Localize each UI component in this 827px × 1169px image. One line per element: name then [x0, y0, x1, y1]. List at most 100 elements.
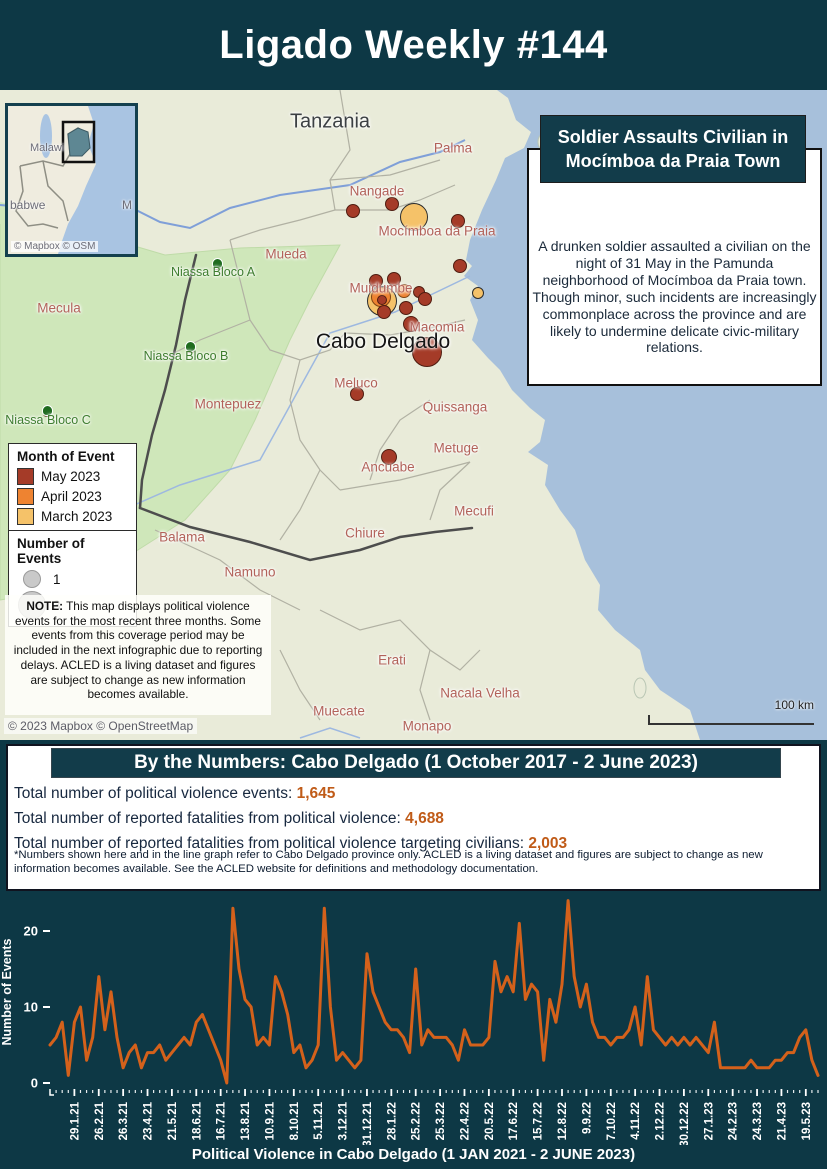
- legend-color-swatch: [17, 508, 34, 525]
- event-marker-march: [400, 203, 428, 231]
- x-tick-label: 24.3.23: [752, 1102, 764, 1140]
- legend-events-item: 1: [15, 570, 130, 588]
- x-tick-label: 13.8.21: [240, 1101, 252, 1140]
- x-tick-label: 21.5.21: [167, 1101, 179, 1140]
- map-scale-bar: 100 km: [648, 715, 814, 725]
- inset-label-mozambique: M: [122, 198, 132, 212]
- x-tick-label: 16.7.21: [216, 1101, 228, 1140]
- inset-label-malawi: Malawi: [30, 142, 64, 154]
- legend-color-swatch: [17, 488, 34, 505]
- stat-label: Total number of reported fatalities from…: [14, 810, 405, 827]
- callout-title: Soldier Assaults Civilian in Mocímboa da…: [540, 115, 806, 183]
- legend-item-label: 1: [53, 572, 61, 587]
- infographic-page: Ligado Weekly #144: [0, 0, 827, 1169]
- x-tick-label: 22.4.22: [459, 1102, 471, 1140]
- stat-value: 1,645: [297, 785, 336, 802]
- x-tick-label: 8.10.21: [289, 1101, 301, 1140]
- legend-events-title: Number of Events: [17, 536, 130, 566]
- legend-color-swatch: [17, 468, 34, 485]
- event-marker-may: [377, 305, 391, 319]
- legend-item-label: March 2023: [41, 509, 112, 524]
- x-tick-label: 18.6.21: [191, 1101, 203, 1140]
- header-bar: Ligado Weekly #144: [0, 0, 827, 90]
- x-tick-label: 28.1.22: [386, 1102, 398, 1140]
- x-tick-label: 17.6.22: [508, 1102, 520, 1140]
- stat-label: Total number of political violence event…: [14, 785, 297, 802]
- y-tick-label: 20: [24, 924, 38, 939]
- tree-icon: [42, 405, 53, 416]
- y-tick-label: 0: [31, 1076, 38, 1091]
- event-marker-may: [412, 337, 442, 367]
- chart-plot-area: 0 10 20 29.1.21 26.2.21 26.3.21 23.4.21 21.5.21…: [0, 893, 827, 1145]
- chart-y-axis-label: Number of Events: [0, 922, 14, 1062]
- stat-line: Total number of political violence event…: [14, 785, 814, 803]
- x-tick-label: 25.2.22: [411, 1102, 423, 1140]
- x-tick-label: 3.12.21: [338, 1101, 350, 1140]
- x-tick-label: 5.11.21: [313, 1101, 325, 1139]
- chart-title: Political Violence in Cabo Delgado (1 JA…: [0, 1146, 827, 1163]
- stat-value: 4,688: [405, 810, 444, 827]
- tree-icon: [185, 341, 196, 352]
- x-tick-label: 9.9.22: [581, 1102, 593, 1134]
- x-tick-label: 15.7.22: [533, 1102, 545, 1140]
- x-tick-label: 10.9.21: [264, 1101, 276, 1140]
- y-tick-label: 10: [24, 1000, 38, 1015]
- map-note: NOTE: This map displays political violen…: [5, 595, 271, 715]
- x-tick-label: 20.5.22: [484, 1102, 496, 1140]
- event-marker-may: [350, 387, 364, 401]
- map-note-text: This map displays political violence eve…: [14, 599, 263, 701]
- event-marker-may: [453, 259, 467, 273]
- event-marker-may: [385, 197, 399, 211]
- x-tick-label: 26.2.21: [94, 1101, 106, 1140]
- x-tick-label: 29.1.21: [69, 1101, 81, 1140]
- legend-month-of-event: Month of Event May 2023 April 2023 March 2…: [8, 443, 137, 533]
- legend-item-label: May 2023: [41, 469, 100, 484]
- inset-attribution: © Mapbox © OSM: [11, 241, 98, 252]
- legend-month-item: March 2023: [15, 508, 130, 525]
- map-canvas: Malawi babwe M © Mapbox © OSM TanzaniaPa…: [0, 90, 827, 740]
- x-tick-label: 4.11.22: [630, 1102, 642, 1140]
- events-line-chart: Number of Events 0 10 20 29.1.21 26.2.21 26.3…: [0, 893, 827, 1169]
- legend-month-item: May 2023: [15, 468, 130, 485]
- x-tick-label: 23.4.21: [143, 1101, 155, 1140]
- legend-item-label: April 2023: [41, 489, 102, 504]
- map-note-bold: NOTE:: [26, 599, 63, 613]
- event-marker-may: [403, 316, 419, 332]
- inset-overview-map: Malawi babwe M © Mapbox © OSM: [5, 103, 138, 257]
- x-tick-label: 21.4.23: [776, 1102, 788, 1140]
- legend-month-title: Month of Event: [17, 449, 130, 464]
- x-tick-label: 19.5.23: [801, 1102, 813, 1140]
- event-marker-april: [397, 284, 411, 298]
- legend-month-item: April 2023: [15, 488, 130, 505]
- x-tick-label: 25.3.22: [435, 1102, 447, 1140]
- event-marker-may: [369, 274, 383, 288]
- map-attribution: © 2023 Mapbox © OpenStreetMap: [4, 718, 197, 734]
- x-tick-label: 12.8.22: [557, 1102, 569, 1140]
- event-marker-march: [472, 287, 484, 299]
- event-marker-may: [381, 449, 397, 465]
- x-tick-label: 26.3.21: [118, 1101, 130, 1140]
- numbers-footnote: *Numbers shown here and in the line grap…: [14, 848, 818, 876]
- x-tick-label: 27.1.23: [703, 1102, 715, 1140]
- callout-body-text: A drunken soldier assaulted a civilian o…: [532, 238, 817, 356]
- page-title: Ligado Weekly #144: [219, 23, 607, 68]
- inset-label-zimbabwe: babwe: [10, 198, 45, 212]
- tree-icon: [212, 258, 223, 269]
- map-scale-label: 100 km: [775, 698, 814, 712]
- by-the-numbers-title: By the Numbers: Cabo Delgado (1 October …: [51, 748, 781, 778]
- event-marker-may: [346, 204, 360, 218]
- event-marker-may: [377, 295, 387, 305]
- events-line-series: [50, 901, 818, 1083]
- stat-line: Total number of reported fatalities from…: [14, 810, 814, 828]
- legend-size-circle: [23, 570, 41, 588]
- x-tick-label: 7.10.22: [606, 1102, 618, 1140]
- x-tick-label: 30.12.22: [679, 1102, 691, 1145]
- event-marker-may: [418, 292, 432, 306]
- x-tick-label: 31.12.21: [362, 1101, 374, 1145]
- by-the-numbers-section: By the Numbers: Cabo Delgado (1 October …: [6, 744, 821, 891]
- event-marker-may: [451, 214, 465, 228]
- x-tick-label: 2.12.22: [655, 1102, 667, 1140]
- inset-graphics: [8, 106, 135, 254]
- x-tick-label: 24.2.23: [728, 1102, 740, 1140]
- event-marker-may: [399, 301, 413, 315]
